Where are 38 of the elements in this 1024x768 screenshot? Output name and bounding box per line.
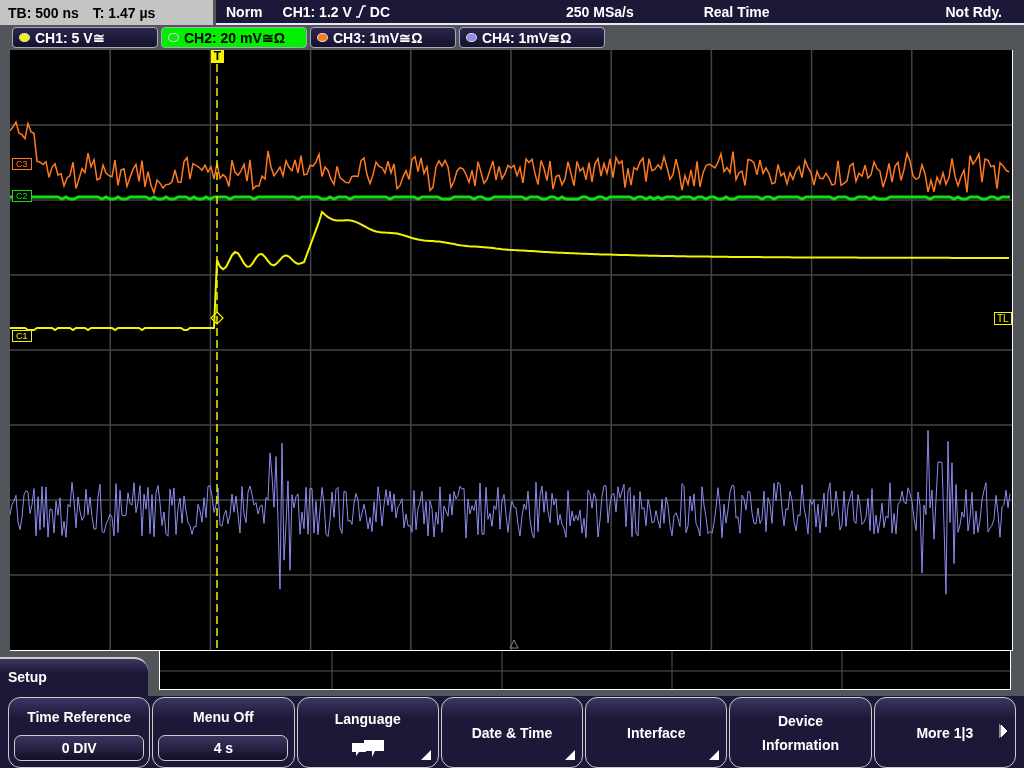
softkey-label: Language xyxy=(334,709,401,729)
trigger-marker: T xyxy=(211,50,224,63)
channel-marker: C2 xyxy=(12,190,32,202)
trigger-time-label: T: 1.47 µs xyxy=(92,4,156,21)
softkey-label: Interface xyxy=(627,723,686,743)
acquisition-mode-label: Real Time xyxy=(703,3,770,20)
softkey[interactable]: Date & Time xyxy=(440,697,584,768)
softkey[interactable]: Interface xyxy=(585,697,728,768)
trigger-coupling-label: DC xyxy=(369,3,391,20)
timebase-label: TB: 500 ns xyxy=(8,4,79,21)
channel-marker: C1 xyxy=(12,330,32,342)
time-reference-icon xyxy=(509,639,519,649)
softkey[interactable]: Language xyxy=(296,697,439,768)
status-label: Not Rdy. xyxy=(945,3,1002,20)
channel-tab[interactable]: CH1: 5 V≅ xyxy=(12,27,158,48)
softkey-label: Device Information xyxy=(761,711,841,755)
trigger-source-label: CH1: 1.2 V xyxy=(282,3,352,20)
value-field[interactable]: 0 DIV xyxy=(14,734,145,761)
channel-tab[interactable]: CH4: 1mV≅Ω xyxy=(459,27,605,48)
softkey[interactable]: Time Reference 0 DIV xyxy=(8,697,151,768)
softkey[interactable]: More 1|3 xyxy=(873,697,1016,768)
trigger-mode-label: Norm xyxy=(226,3,263,20)
softkey-label: Menu Off xyxy=(193,707,254,727)
softkey-label: Time Reference xyxy=(27,707,132,727)
channel-marker: C3 xyxy=(12,158,32,170)
trigger-level-marker: TL xyxy=(994,312,1012,325)
softkey[interactable]: Menu Off 4 s xyxy=(152,697,295,768)
softkey-label: More 1|3 xyxy=(916,723,974,743)
channel-tab[interactable]: CH2: 20 mV≅Ω xyxy=(161,27,307,48)
next-arrow-icon xyxy=(998,724,1007,738)
channel-tab[interactable]: CH3: 1mV≅Ω xyxy=(310,27,456,48)
softkey-label: Date & Time xyxy=(471,723,553,743)
value-field[interactable]: 4 s xyxy=(158,734,289,761)
softkey[interactable]: Device Information xyxy=(729,697,872,768)
trigger-point-icon xyxy=(210,311,224,325)
rising-edge-icon xyxy=(355,5,366,18)
menu-title: Setup xyxy=(0,657,148,696)
sample-rate-label: 250 MSa/s xyxy=(565,3,634,20)
